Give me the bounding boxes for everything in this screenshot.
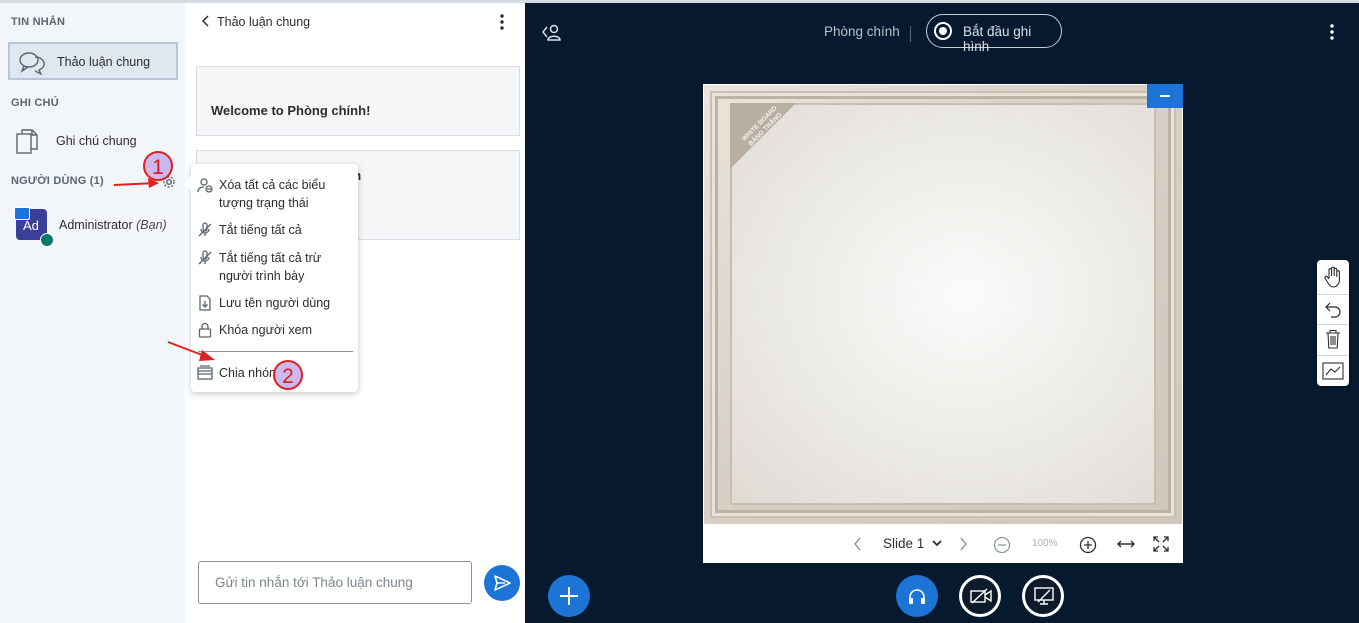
actions-button[interactable]	[548, 575, 590, 617]
you-label: (Bạn)	[136, 218, 167, 232]
room-name: Phòng chính	[824, 24, 900, 39]
menu-separator	[198, 351, 353, 352]
welcome-room-name: Phòng chính	[287, 103, 367, 118]
annotation-step-1: 1	[143, 151, 173, 181]
fullscreen-icon[interactable]	[1153, 536, 1169, 552]
menu-caret	[184, 176, 191, 190]
record-label: Bắt đầu ghi hình	[963, 24, 1032, 54]
annotation-step-2: 2	[273, 360, 303, 390]
toolbar-separator	[1317, 355, 1349, 356]
annotation-arrow-2	[167, 341, 215, 361]
whiteboard-image: WHITE BOARD BẢNG TRẮNG	[704, 85, 1182, 524]
chat-bubbles-icon	[18, 51, 46, 78]
multi-user-whiteboard-icon[interactable]	[1322, 362, 1344, 380]
public-chat-label: Thảo luận chung	[57, 55, 151, 69]
zoom-out-icon[interactable]	[993, 536, 1011, 554]
record-button[interactable]: Bắt đầu ghi hình	[926, 14, 1062, 54]
fit-width-icon[interactable]	[1116, 538, 1136, 550]
mute-icon	[197, 222, 213, 241]
hand-tool-icon[interactable]	[1323, 266, 1343, 288]
options-icon[interactable]	[1329, 23, 1335, 44]
next-slide-icon[interactable]	[958, 537, 968, 551]
previous-slide-icon[interactable]	[853, 537, 863, 551]
whiteboard-toolbar	[1317, 260, 1349, 386]
public-chat-item[interactable]: Thảo luận chung	[8, 42, 178, 80]
zoom-in-icon[interactable]	[1079, 536, 1097, 554]
send-button[interactable]	[484, 565, 520, 601]
undo-icon[interactable]	[1324, 300, 1342, 318]
mute-icon	[197, 250, 213, 269]
send-icon	[494, 575, 511, 591]
audio-button[interactable]	[896, 575, 938, 617]
camera-off-icon	[970, 588, 992, 604]
toggle-userlist-icon[interactable]	[541, 23, 563, 44]
presentation-toolbar: Slide 1 100%	[703, 525, 1183, 563]
breakout-rooms-icon	[197, 365, 213, 384]
presentation-stage: Phòng chính Bắt đầu ghi hình WHITE BOARD…	[525, 3, 1359, 623]
chat-options-icon[interactable]	[499, 13, 505, 34]
headphones-icon	[40, 233, 54, 247]
toolbar-separator	[1317, 294, 1349, 295]
chat-title: Thảo luận chung	[217, 15, 311, 29]
chat-back-button[interactable]: Thảo luận chung	[201, 15, 310, 29]
user-list-panel: TIN NHẮN Thảo luận chung GHI CHÚ Ghi chú…	[0, 3, 186, 623]
messages-section-title: TIN NHẮN	[11, 16, 66, 28]
download-icon	[197, 295, 213, 314]
shared-notes-label: Ghi chú chung	[56, 134, 137, 148]
screen-share-button[interactable]	[1022, 575, 1064, 617]
avatar-initials: Ad	[23, 218, 39, 233]
header-separator	[910, 26, 911, 42]
user-row[interactable]: Ad Administrator (Bạn)	[14, 205, 179, 247]
chevron-left-icon	[201, 15, 209, 27]
notes-section-title: GHI CHÚ	[11, 97, 59, 109]
clear-status-icon	[197, 177, 213, 196]
user-name: Administrator (Bạn)	[59, 218, 167, 232]
record-icon	[934, 22, 952, 40]
users-section-title: NGƯỜI DÙNG (1)	[11, 175, 104, 187]
video-button[interactable]	[959, 575, 1001, 617]
presentation-slide: WHITE BOARD BẢNG TRẮNG Slide 1 100%	[703, 84, 1183, 563]
presenter-icon	[14, 207, 30, 220]
headphones-icon	[909, 589, 925, 604]
zoom-level: 100%	[1032, 538, 1058, 549]
welcome-message: Welcome to Phòng chính!	[196, 66, 520, 136]
chat-message-input[interactable]	[213, 574, 467, 591]
avatar: Ad	[14, 207, 54, 247]
chevron-down-icon	[932, 540, 942, 547]
slide-selector[interactable]: Slide 1	[883, 536, 943, 551]
toolbar-separator	[1317, 324, 1349, 325]
notes-icon	[16, 129, 38, 158]
chat-message-input-wrapper	[198, 561, 472, 604]
trash-icon[interactable]	[1325, 329, 1341, 349]
chat-header: Thảo luận chung	[185, 3, 525, 43]
screen-share-off-icon	[1034, 587, 1054, 605]
minimize-presentation-button[interactable]	[1147, 84, 1183, 108]
